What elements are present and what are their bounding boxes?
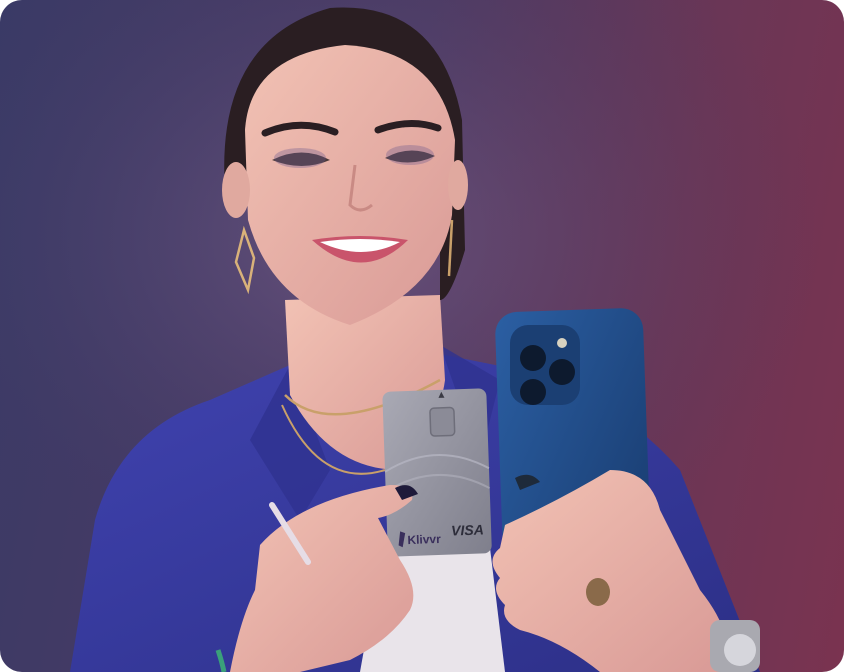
bank-card: Klivvr VISA [382,388,492,557]
wristwatch [710,620,760,672]
ring-icon [586,578,610,606]
card-brand: Klivvr [407,532,441,547]
ear-right [448,160,468,210]
card-chip [429,406,456,437]
card-network: VISA [451,521,484,538]
camera-lens [520,379,546,405]
eyeshadow-left [274,148,326,168]
ear-left [222,162,250,218]
photo-illustration: Klivvr VISA [0,0,844,672]
camera-lens [549,359,575,385]
eyeshadow-right [386,145,434,165]
camera-flash [557,338,567,348]
camera-lens [520,345,546,371]
photo-scene: Klivvr VISA [0,0,844,672]
